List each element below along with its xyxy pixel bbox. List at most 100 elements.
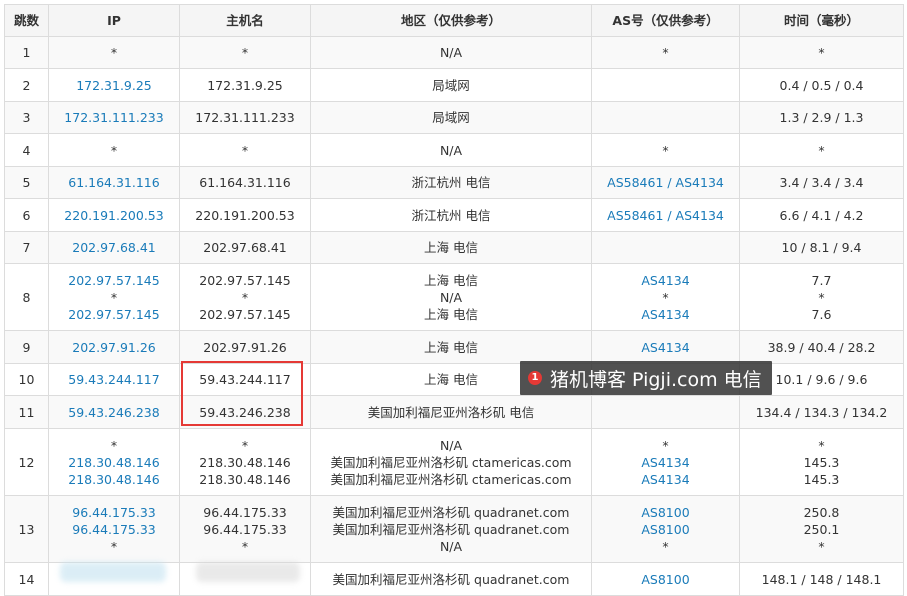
hop-cell: 3 [4,101,49,134]
ip-link[interactable]: 218.30.48.146 [53,471,175,488]
asn-link[interactable]: AS58461 / AS4134 [596,207,735,224]
hostname-cell-line: 202.97.57.145 [199,272,291,288]
hop-cell: 7 [4,231,49,264]
asn-cell [591,395,740,429]
header-time: 时间（毫秒） [739,4,904,37]
hostname-cell: 61.164.31.116 [179,166,311,199]
asn-link[interactable]: AS4134 [596,272,735,289]
asn-cell: AS4134 * AS4134 [591,263,740,331]
hop-cell: 12 [4,428,49,496]
region-cell-line: 局域网 [432,77,470,93]
time-cell: 148.1 / 148 / 148.1 [739,562,904,596]
asn-link[interactable]: AS58461 / AS4134 [596,174,735,191]
hop-cell: 5 [4,166,49,199]
ip-cell: 202.97.57.145 * 202.97.57.145 [48,263,180,331]
time-cell-line: 250.1 [803,521,840,537]
ip-cell-line: * [110,437,118,453]
asn-cell: AS58461 / AS4134 [591,166,740,199]
ip-cell: 202.97.68.41 [48,231,180,264]
ip-cell: 96.44.175.33 96.44.175.33 * [48,495,180,563]
hostname-cell-line: 202.97.68.41 [203,240,287,255]
region-cell: 局域网 [310,101,592,134]
table-row: 8 202.97.57.145 * 202.97.57.145 202.97.57.14… [4,263,904,331]
hostname-cell-line: 220.191.200.53 [195,207,295,223]
hostname-cell-line: 172.31.9.25 [207,77,283,93]
hostname-cell-line: 96.44.175.33 [203,504,287,520]
ip-link[interactable]: 220.191.200.53 [53,207,175,224]
asn-cell [591,68,740,102]
ip-cell: * [48,133,180,167]
region-cell: 浙江杭州 电信 [310,166,592,199]
time-cell-line: * [818,45,825,60]
region-cell-line: 美国加利福尼亚州洛杉矶 电信 [367,404,535,420]
hostname-cell: * [179,133,311,167]
ip-link[interactable]: 96.44.175.33 [53,521,175,538]
ip-link[interactable]: 202.97.57.145 [53,306,175,323]
hostname-cell: 202.97.68.41 [179,231,311,264]
watermark: 1 猪机博客 Pigji.com 电信 [520,361,772,395]
time-cell: * 145.3 145.3 [739,428,904,496]
time-cell-line: * [818,437,825,453]
header-hostname: 主机名 [179,4,311,37]
table-row: 12 * 218.30.48.146 218.30.48.146 * 218.30.48.… [4,428,904,496]
ip-link[interactable]: 172.31.9.25 [53,77,175,94]
watermark-text: 猪机博客 Pigji.com 电信 [550,368,762,391]
region-cell: N/A [310,36,592,69]
asn-link[interactable]: AS4134 [596,471,735,488]
time-cell-line: * [818,289,825,305]
ip-link[interactable]: 96.44.175.33 [53,504,175,521]
region-cell: N/A [310,133,592,167]
table-row: 11 59.43.246.238 59.43.246.238 美国加利福尼亚州洛杉矶 … [4,395,904,429]
hostname-cell: * 218.30.48.146 218.30.48.146 [179,428,311,496]
hop-cell: 14 [4,562,49,596]
time-cell: 7.7 * 7.6 [739,263,904,331]
asn-link[interactable]: AS4134 [596,306,735,323]
hop-cell: 9 [4,330,49,364]
asn-cell: * [591,36,740,69]
hop-cell: 4 [4,133,49,167]
time-cell: * [739,133,904,167]
ip-link[interactable]: 59.43.244.117 [53,371,175,388]
region-cell-line: 美国加利福尼亚州洛杉矶 quadranet.com [332,571,570,587]
ip-cell: 59.43.244.117 [48,363,180,396]
asn-link[interactable]: AS8100 [596,521,735,538]
hostname-cell-line: 202.97.57.145 [199,306,291,322]
ip-link[interactable]: 172.31.111.233 [53,109,175,126]
time-cell: 250.8 250.1 * [739,495,904,563]
asn-link[interactable]: AS8100 [596,504,735,521]
time-cell-line: 3.4 / 3.4 / 3.4 [779,175,864,190]
ip-link[interactable]: 59.43.246.238 [53,404,175,421]
region-cell: 上海 电信 [310,231,592,264]
time-cell-line: 7.6 [811,306,832,322]
ip-link[interactable]: 202.97.57.145 [53,272,175,289]
table-row: 13 96.44.175.33 96.44.175.33 * 96.44.175.33 9… [4,495,904,563]
ip-link[interactable]: 202.97.91.26 [53,339,175,356]
table-body: 1 * * N/A * * 2 172.31.9.25 172.31.9.25 局域网 0.4 / … [4,36,904,596]
asn-cell-line: * [662,289,669,305]
header-ip: IP [48,4,180,37]
asn-link[interactable]: AS8100 [596,571,735,588]
hostname-cell-line: 61.164.31.116 [199,175,291,190]
highlight-box [181,361,303,426]
ip-link[interactable]: 202.97.68.41 [53,239,175,256]
ip-cell: * 218.30.48.146 218.30.48.146 [48,428,180,496]
asn-cell: AS4134 [591,330,740,364]
hostname-cell-line: * [241,437,249,453]
hop-cell: 11 [4,395,49,429]
region-cell-line: 美国加利福尼亚州洛杉矶 quadranet.com [332,521,570,537]
traceroute-table: 跳数 IP 主机名 地区（仅供参考） AS号（仅供参考） 时间（毫秒） 1 * * N… [4,4,904,596]
asn-link[interactable]: AS4134 [596,339,735,356]
asn-cell [591,101,740,134]
time-cell: 1.3 / 2.9 / 1.3 [739,101,904,134]
region-cell-line: 美国加利福尼亚州洛杉矶 quadranet.com [332,504,570,520]
table-row: 3 172.31.111.233 172.31.111.233 局域网 1.3 / 2.… [4,101,904,134]
ip-cell: * [48,36,180,69]
hostname-cell: 172.31.9.25 [179,68,311,102]
hostname-cell-line: * [241,289,249,305]
region-cell-line: N/A [439,437,463,453]
asn-link[interactable]: AS4134 [596,454,735,471]
ip-link[interactable]: 218.30.48.146 [53,454,175,471]
region-cell-line: 上海 电信 [424,240,478,255]
ip-link[interactable]: 61.164.31.116 [53,174,175,191]
watermark-badge: 1 [528,371,542,385]
